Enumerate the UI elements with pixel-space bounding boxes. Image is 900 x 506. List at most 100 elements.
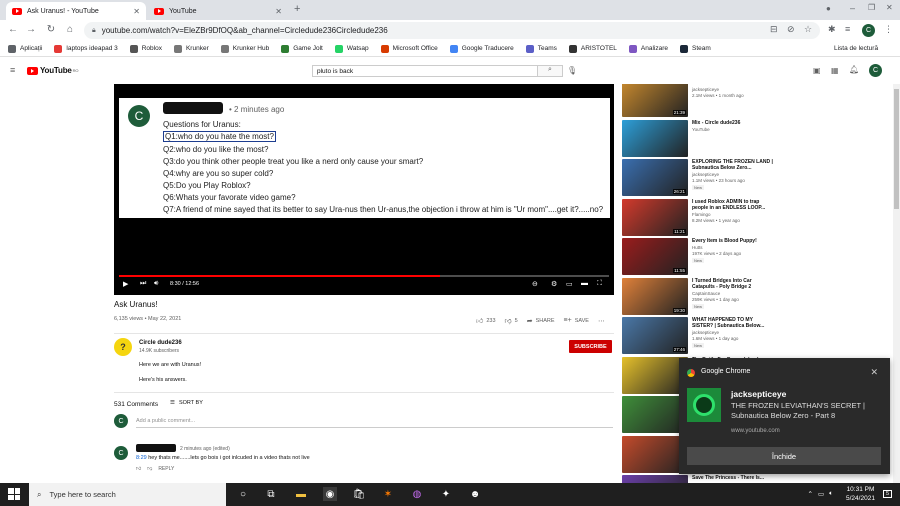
bookmark-item[interactable]: Steam bbox=[680, 44, 711, 53]
more-actions-button[interactable]: ⋯ bbox=[598, 317, 608, 325]
channel-avatar[interactable]: ? bbox=[114, 338, 132, 356]
recommendation-item[interactable]: 11:21 I used Roblox ADMIN to trap people … bbox=[622, 198, 782, 236]
recommendation-channel[interactable]: jacksepticeye bbox=[692, 172, 719, 177]
bookmark-item[interactable]: Analizare bbox=[628, 44, 668, 53]
youtube-logo[interactable]: YouTube RO bbox=[27, 66, 78, 75]
bookmark-item[interactable]: Aplicații bbox=[8, 44, 42, 53]
miniplayer-icon[interactable]: ▭ bbox=[566, 280, 573, 288]
share-button[interactable]: ➦ SHARE bbox=[527, 317, 555, 325]
taskbar-search-input[interactable]: ⌕ Type here to search bbox=[29, 483, 226, 506]
next-icon[interactable]: ⏭︎ bbox=[140, 280, 146, 288]
youtube-avatar[interactable]: C bbox=[869, 64, 882, 77]
bookmark-item[interactable]: Microsoft Office bbox=[380, 44, 438, 53]
bookmark-item[interactable]: Teams bbox=[525, 44, 557, 53]
recommendation-channel[interactable]: Flamingo bbox=[692, 212, 711, 217]
recommendation-item[interactable]: 21:39 jacksepticeye 2.1M views • 1 month a… bbox=[622, 84, 782, 117]
settings-gear-icon[interactable]: ⚙ bbox=[551, 280, 557, 288]
recommendation-title[interactable]: EXPLORING THE FROZEN LAND | Subnautica B… bbox=[692, 159, 774, 171]
add-comment-input[interactable]: Add a public comment... bbox=[136, 418, 613, 428]
volume-icon[interactable]: 🔊︎ bbox=[154, 280, 158, 288]
recommendation-thumbnail[interactable] bbox=[622, 119, 688, 157]
scrollbar-thumb[interactable] bbox=[894, 89, 899, 209]
volume-icon[interactable]: 🔈︎ bbox=[829, 490, 833, 498]
maximize-icon[interactable]: ❐ bbox=[868, 3, 875, 12]
tab-ask-uranus[interactable]: Ask Uranus! - YouTube ✕ bbox=[6, 2, 146, 20]
dislike-button[interactable]: 👎︎ 5 bbox=[505, 316, 518, 326]
recommendation-title[interactable]: Every Item is Blood Puppy! bbox=[692, 238, 774, 244]
recommendation-thumbnail[interactable]: 26:21 bbox=[622, 159, 688, 196]
windows-start-icon[interactable] bbox=[8, 488, 20, 500]
recommendation-channel[interactable]: YouTube bbox=[692, 127, 710, 132]
reply-button[interactable]: REPLY bbox=[158, 466, 174, 472]
tab-youtube[interactable]: YouTube ✕ bbox=[148, 2, 288, 20]
recommendation-item[interactable]: 26:21 EXPLORING THE FROZEN LAND | Subnaut… bbox=[622, 159, 782, 196]
chrome-notification[interactable]: Google Chrome ✕ jacksepticeye THE FROZEN… bbox=[679, 358, 890, 474]
recommendation-item[interactable]: 27:46 WHAT HAPPENED TO MY SISTER? | Subna… bbox=[622, 317, 782, 354]
channel-name[interactable]: Circle dude236 bbox=[139, 340, 182, 346]
recommendation-channel[interactable]: Hutts bbox=[692, 245, 703, 250]
new-tab-icon[interactable]: + bbox=[294, 3, 300, 15]
menu-dots-icon[interactable]: ⋮ bbox=[884, 24, 893, 35]
action-center-icon[interactable]: 5 bbox=[882, 490, 892, 498]
recommendation-title[interactable]: WHAT HAPPENED TO MY SISTER? | Subnautica… bbox=[692, 317, 774, 329]
app-icon[interactable]: ☻ bbox=[468, 487, 482, 501]
recommendation-title[interactable]: I Turned Bridges Into Car Catapults - Po… bbox=[692, 278, 774, 290]
back-icon[interactable]: ← bbox=[6, 24, 20, 35]
recommendation-thumbnail[interactable]: 21:39 bbox=[622, 84, 688, 117]
recommendation-channel[interactable]: jacksepticeye bbox=[692, 87, 719, 92]
forward-icon[interactable]: → bbox=[24, 24, 38, 35]
cast-icon[interactable]: ⊟ bbox=[770, 24, 778, 35]
close-icon[interactable]: ✕ bbox=[870, 367, 878, 378]
play-icon[interactable]: ▶ bbox=[123, 280, 128, 288]
task-view-icon[interactable]: ⧉ bbox=[264, 487, 278, 501]
search-button[interactable]: ⌕ bbox=[538, 65, 563, 77]
recommendation-thumbnail[interactable]: 11:55 bbox=[622, 238, 688, 275]
theater-icon[interactable]: ▬ bbox=[581, 280, 588, 287]
tab-search-icon[interactable]: ● bbox=[826, 4, 831, 13]
file-explorer-icon[interactable]: ▬ bbox=[294, 487, 308, 501]
reload-icon[interactable]: ↻ bbox=[44, 24, 58, 35]
bookmark-item[interactable]: laptops ideapad 3 bbox=[54, 44, 118, 53]
recommendation-thumbnail[interactable]: 11:21 bbox=[622, 198, 688, 236]
save-button[interactable]: ≡+ SAVE bbox=[564, 317, 589, 324]
bookmark-item[interactable]: Watsap bbox=[334, 44, 369, 53]
recommendation-thumbnail[interactable]: 27:46 bbox=[622, 317, 688, 354]
chrome-taskbar-icon[interactable]: ◉ bbox=[323, 487, 337, 501]
close-icon[interactable]: ✕ bbox=[133, 7, 140, 16]
search-input[interactable]: pluto is back bbox=[312, 65, 538, 77]
recommendation-item[interactable]: 11:55 Every Item is Blood Puppy! Hutts 197K… bbox=[622, 238, 782, 275]
store-icon[interactable]: 🛍︎ bbox=[352, 487, 366, 501]
firefox-icon[interactable]: ◍ bbox=[410, 487, 424, 501]
bookmark-item[interactable]: Krunker bbox=[173, 44, 209, 53]
cortana-icon[interactable]: ○ bbox=[236, 487, 250, 501]
recommendation-title[interactable]: I used Roblox ADMIN to trap people in an… bbox=[692, 199, 774, 211]
page-scrollbar[interactable] bbox=[893, 84, 900, 483]
bookmark-item[interactable]: Game Jolt bbox=[281, 44, 323, 53]
app-icon[interactable]: ✶ bbox=[381, 487, 395, 501]
notification-close-button[interactable]: Închide bbox=[687, 447, 881, 465]
recommendation-thumbnail[interactable] bbox=[622, 475, 688, 483]
fullscreen-icon[interactable]: ⛶ bbox=[597, 280, 602, 288]
recommendation-item[interactable]: Save The Princess - There Is... bbox=[622, 475, 782, 483]
autoplay-toggle[interactable]: ⊖ bbox=[532, 280, 538, 288]
like-button[interactable]: 👍︎ 233 bbox=[476, 316, 496, 326]
sort-by-button[interactable]: ☰ SORT BY bbox=[170, 400, 203, 406]
hamburger-menu-icon[interactable]: ≡ bbox=[10, 65, 15, 75]
recommendation-thumbnail[interactable]: 19:30 bbox=[622, 277, 688, 315]
create-video-icon[interactable]: ▣ bbox=[813, 66, 821, 75]
reading-list-icon[interactable]: ≡ bbox=[845, 24, 850, 34]
progress-bar[interactable] bbox=[119, 275, 609, 277]
bookmark-item[interactable]: Krunker Hub bbox=[220, 44, 269, 53]
mic-icon[interactable]: 🎙︎ bbox=[567, 66, 577, 75]
app-icon[interactable]: ✦ bbox=[439, 487, 453, 501]
recommendation-item[interactable]: Mix - Circle dude236 YouTube bbox=[622, 119, 782, 157]
timestamp-link[interactable]: 8:29 bbox=[136, 455, 147, 461]
bookmark-item[interactable]: Roblox bbox=[129, 44, 162, 53]
address-bar[interactable]: 🔒︎ youtube.com/watch?v=EleZBr9DfOQ&ab_ch… bbox=[84, 22, 820, 39]
bookmark-item[interactable]: ARISTOTEL bbox=[568, 44, 617, 53]
apps-grid-icon[interactable]: ▦ bbox=[831, 66, 839, 75]
recommendation-channel[interactable]: CaptainSauce bbox=[692, 291, 720, 296]
recommendation-title[interactable]: Mix - Circle dude236 bbox=[692, 120, 774, 126]
bookmark-item[interactable]: Google Traducere bbox=[449, 44, 514, 53]
reading-list-link[interactable]: Lista de lectură bbox=[834, 45, 878, 52]
